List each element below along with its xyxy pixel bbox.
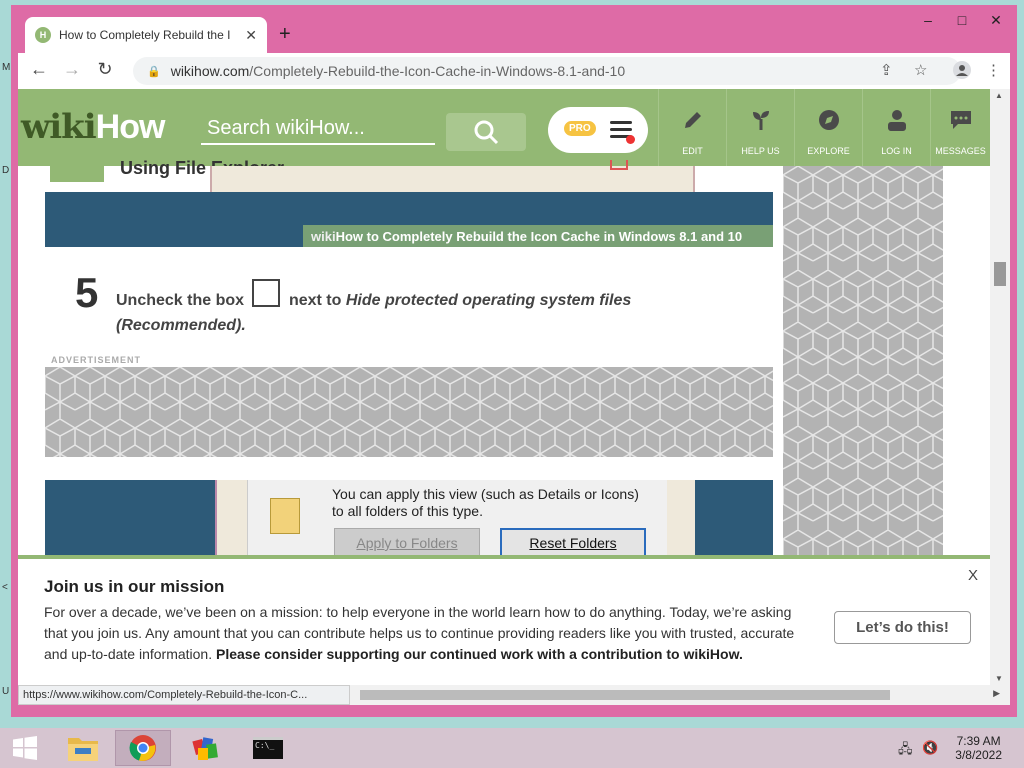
apply-to-folders-button: Apply to Folders xyxy=(334,528,480,558)
pro-badge: PRO xyxy=(564,121,596,136)
banner-close-button[interactable]: X xyxy=(968,567,978,584)
horizontal-scrollbar[interactable]: ▶ xyxy=(350,685,1010,705)
taskbar: C:\_ 🖧 🔇 7:39 AM 3/8/2022 xyxy=(0,728,1024,768)
new-tab-button[interactable]: + xyxy=(279,23,291,46)
tab-title: How to Completely Rebuild the I xyxy=(59,28,231,42)
forward-icon[interactable]: → xyxy=(60,59,84,80)
desktop-label: U xyxy=(2,686,10,697)
browser-toolbar: ← → ↻ 🔒 wikihow.com/Completely-Rebuild-t… xyxy=(18,53,1010,89)
windows-logo-icon xyxy=(13,736,37,760)
url-domain: wikihow.com xyxy=(170,63,250,79)
nav-log-in[interactable]: LOG IN xyxy=(862,89,930,166)
nav-help-us[interactable]: HELP US xyxy=(726,89,794,166)
search-input[interactable] xyxy=(201,113,435,145)
advertisement-placeholder xyxy=(45,367,773,457)
desktop-label: D xyxy=(2,165,10,176)
start-button[interactable] xyxy=(0,730,50,766)
step-5: 5 Uncheck the box next to Hide protected… xyxy=(45,247,773,353)
search-button[interactable] xyxy=(446,113,526,151)
checkbox-illustration xyxy=(252,279,281,307)
taskbar-chrome[interactable] xyxy=(115,730,171,766)
minimize-button[interactable]: – xyxy=(921,12,935,29)
browser-tab[interactable]: H How to Completely Rebuild the I ✕ xyxy=(25,17,267,53)
pencil-icon xyxy=(684,112,701,128)
red-mark xyxy=(610,160,628,170)
lock-icon: 🔒 xyxy=(147,65,161,78)
desktop-label: M xyxy=(2,62,11,73)
step-image: wikiHow to Completely Rebuild the Icon C… xyxy=(45,192,773,247)
chrome-icon xyxy=(129,735,156,761)
reset-folders-button: Reset Folders xyxy=(500,528,646,558)
step-number: 5 xyxy=(75,269,99,316)
banner-title: Join us in our mission xyxy=(44,577,225,596)
network-icon[interactable]: 🖧 xyxy=(898,740,913,762)
step-text: Uncheck the box next to Hide protected o… xyxy=(116,279,676,338)
share-icon[interactable]: ⇪ xyxy=(880,61,893,79)
user-icon xyxy=(887,110,906,131)
taskbar-command-prompt[interactable]: C:\_ xyxy=(240,730,296,766)
nav-edit[interactable]: EDIT xyxy=(658,89,726,166)
dialog-description: You can apply this view (such as Details… xyxy=(332,486,639,519)
notification-dot xyxy=(626,135,635,144)
close-window-button[interactable]: ✕ xyxy=(989,12,1003,29)
url-path: /Completely-Rebuild-the-Icon-Cache-in-Wi… xyxy=(249,63,626,79)
page-viewport: wikiHow PRO EDIT HELP US EXPLORE xyxy=(18,89,990,685)
scroll-down-icon[interactable]: ▼ xyxy=(995,674,1003,683)
terminal-icon: C:\_ xyxy=(253,737,283,759)
scroll-up-icon[interactable]: ▲ xyxy=(995,91,1003,100)
system-clock[interactable]: 7:39 AM 3/8/2022 xyxy=(955,734,1002,762)
pro-menu-button[interactable]: PRO xyxy=(548,107,648,153)
banner-body: For over a decade, we’ve been on a missi… xyxy=(44,604,795,662)
bookmark-star-icon[interactable]: ☆ xyxy=(914,61,927,79)
mission-banner: Join us in our mission For over a decade… xyxy=(18,555,990,685)
chat-bubble-icon xyxy=(950,111,971,129)
address-bar[interactable]: 🔒 wikihow.com/Completely-Rebuild-the-Ico… xyxy=(133,57,961,85)
window-controls: – □ ✕ xyxy=(921,12,1003,29)
browser-window: – □ ✕ H How to Completely Rebuild the I … xyxy=(11,5,1017,717)
compass-icon xyxy=(818,110,839,130)
horizontal-scroll-thumb[interactable] xyxy=(360,690,890,700)
method-number-box xyxy=(50,156,104,182)
volume-muted-icon[interactable]: 🔇 xyxy=(922,740,938,756)
maximize-button[interactable]: □ xyxy=(955,12,969,29)
profile-avatar-icon[interactable] xyxy=(953,61,971,83)
scroll-thumb[interactable] xyxy=(994,262,1006,286)
browser-menu-icon[interactable]: ⋮ xyxy=(986,61,1001,79)
folder-icon xyxy=(68,738,98,761)
wikihow-header: wikiHow PRO EDIT HELP US EXPLORE xyxy=(18,89,990,166)
desktop-label: < xyxy=(2,582,8,593)
wikihow-favicon-icon: H xyxy=(35,27,51,43)
sprout-icon xyxy=(752,111,769,130)
paint-app-icon xyxy=(192,737,218,760)
tab-close-icon[interactable]: ✕ xyxy=(245,27,257,44)
taskbar-file-explorer[interactable] xyxy=(55,730,111,766)
status-bar-url: https://www.wikihow.com/Completely-Rebui… xyxy=(18,685,350,705)
search-icon xyxy=(474,120,499,145)
vertical-scrollbar[interactable]: ▲ ▼ xyxy=(990,89,1010,685)
nav-messages[interactable]: MESSAGES xyxy=(930,89,990,166)
section-header: Using File Explorer xyxy=(45,156,773,192)
wikihow-logo[interactable]: wikiHow xyxy=(21,107,165,147)
advertisement-label: ADVERTISEMENT xyxy=(51,355,142,365)
scroll-right-icon[interactable]: ▶ xyxy=(993,688,1000,699)
folder-icon xyxy=(270,498,300,534)
nav-explore[interactable]: EXPLORE xyxy=(794,89,862,166)
lets-do-this-button[interactable]: Let’s do this! xyxy=(834,611,971,644)
taskbar-app[interactable] xyxy=(178,730,234,766)
back-icon[interactable]: ← xyxy=(27,59,51,80)
reload-icon[interactable]: ↻ xyxy=(93,59,117,80)
image-caption: wikiHow to Completely Rebuild the Icon C… xyxy=(303,225,773,247)
